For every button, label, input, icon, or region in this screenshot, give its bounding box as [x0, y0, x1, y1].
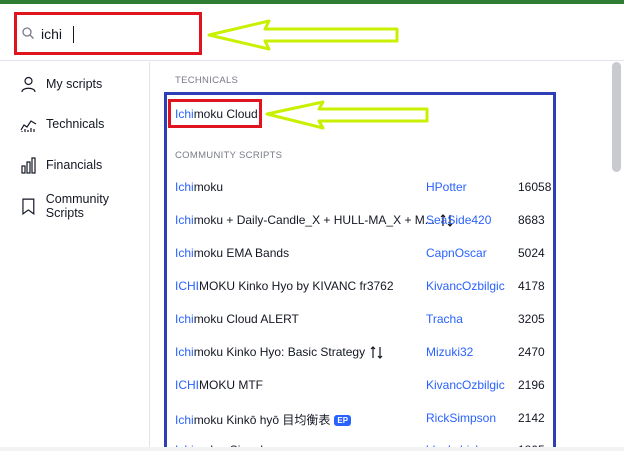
author-link[interactable]: SeaSide420 — [426, 213, 491, 227]
bookmark-icon — [22, 198, 35, 215]
match-text: Ichi — [175, 413, 194, 427]
script-row[interactable]: Ichimoku Cloud ALERT Tracha 3205 — [175, 310, 550, 330]
script-name: moku + Daily-Candle_X + HULL-MA_X + M... — [193, 213, 435, 227]
strategy-icon — [370, 346, 383, 360]
search-input[interactable] — [41, 24, 191, 44]
likes-count: 2196 — [518, 378, 545, 392]
script-row[interactable]: Ichimoku HPotter 16058 — [175, 178, 552, 198]
sidebar-item-community-scripts[interactable]: Community Scripts — [20, 192, 149, 220]
script-name: moku EMA Bands — [193, 246, 290, 260]
match-text: Ichi — [175, 246, 194, 260]
match-text: Ichi — [175, 345, 194, 359]
script-name: MOKU Kinko Hyo by KIVANC fr3762 — [199, 279, 394, 293]
sidebar-item-financials[interactable]: Financials — [20, 154, 102, 176]
author-link[interactable]: RickSimpson — [426, 411, 496, 425]
likes-count: 8683 — [518, 213, 545, 227]
likes-count: 4178 — [518, 279, 545, 293]
match-text: Ichi — [175, 107, 194, 121]
likes-count: 5024 — [518, 246, 545, 260]
sidebar-item-label: Community Scripts — [45, 192, 109, 220]
script-name: moku Kinko Hyo: Basic Strategy — [193, 345, 366, 359]
technical-item-ichimoku-cloud[interactable]: Ichimoku Cloud — [175, 107, 258, 121]
text-caret — [73, 26, 74, 43]
ep-badge: EP — [334, 415, 352, 426]
script-row[interactable]: ICHIMOKU MTF KivancOzbilgic 2196 — [175, 376, 550, 396]
sidebar-item-label: Financials — [46, 158, 103, 172]
likes-count: 16058 — [518, 180, 552, 194]
bottom-strip — [0, 447, 624, 451]
script-row[interactable]: Ichimoku Kinko Hyo: Basic Strategy Mizuk… — [175, 343, 550, 363]
sidebar: My scripts Technicals Financials Communi… — [0, 62, 150, 447]
script-name: moku — [193, 180, 224, 194]
script-name: MOKU MTF — [199, 378, 263, 392]
user-icon — [21, 76, 36, 92]
community-scripts-header: COMMUNITY SCRIPTS — [175, 150, 283, 161]
match-text: Ichi — [175, 180, 194, 194]
author-link[interactable]: KivancOzbilgic — [426, 378, 505, 392]
sidebar-item-technicals[interactable]: Technicals — [20, 113, 104, 135]
script-name: moku Cloud ALERT — [193, 312, 299, 326]
author-link[interactable]: HPotter — [426, 180, 467, 194]
author-link[interactable]: CapnOscar — [426, 246, 487, 260]
sidebar-item-label: My scripts — [46, 77, 103, 91]
sidebar-item-label: Technicals — [46, 117, 105, 131]
chart-icon — [20, 119, 37, 132]
script-row[interactable]: Ichimoku Kinkō hyō 目均衡表 EP RickSimpson 21… — [175, 409, 550, 429]
script-name: moku Kinkō hyō 目均衡表 — [193, 413, 331, 427]
match-text: ICHI — [175, 279, 199, 293]
sidebar-item-my-scripts[interactable]: My scripts — [20, 73, 102, 95]
match-text: Ichi — [175, 213, 194, 227]
likes-count: 2470 — [518, 345, 545, 359]
technicals-header: TECHNICALS — [175, 75, 239, 86]
likes-count: 2142 — [518, 411, 545, 425]
script-row[interactable]: ICHIMOKU Kinko Hyo by KIVANC fr3762 Kiva… — [175, 277, 550, 297]
scrollbar[interactable] — [612, 62, 621, 172]
item-text: moku Cloud — [193, 107, 258, 121]
script-row[interactable]: Ichimoku + Daily-Candle_X + HULL-MA_X + … — [175, 211, 550, 231]
results-highlight-box — [164, 92, 556, 451]
search-icon — [22, 27, 34, 39]
annotation-arrow-result — [265, 100, 429, 130]
annotation-arrow-search — [207, 19, 399, 51]
author-link[interactable]: Tracha — [426, 312, 463, 326]
author-link[interactable]: KivancOzbilgic — [426, 279, 505, 293]
match-text: Ichi — [175, 312, 194, 326]
match-text: ICHI — [175, 378, 199, 392]
likes-count: 3205 — [518, 312, 545, 326]
author-link[interactable]: Mizuki32 — [426, 345, 473, 359]
script-row[interactable]: Ichimoku EMA Bands CapnOscar 5024 — [175, 244, 550, 264]
bar-chart-icon — [21, 156, 36, 174]
search-box-highlight — [14, 12, 202, 55]
